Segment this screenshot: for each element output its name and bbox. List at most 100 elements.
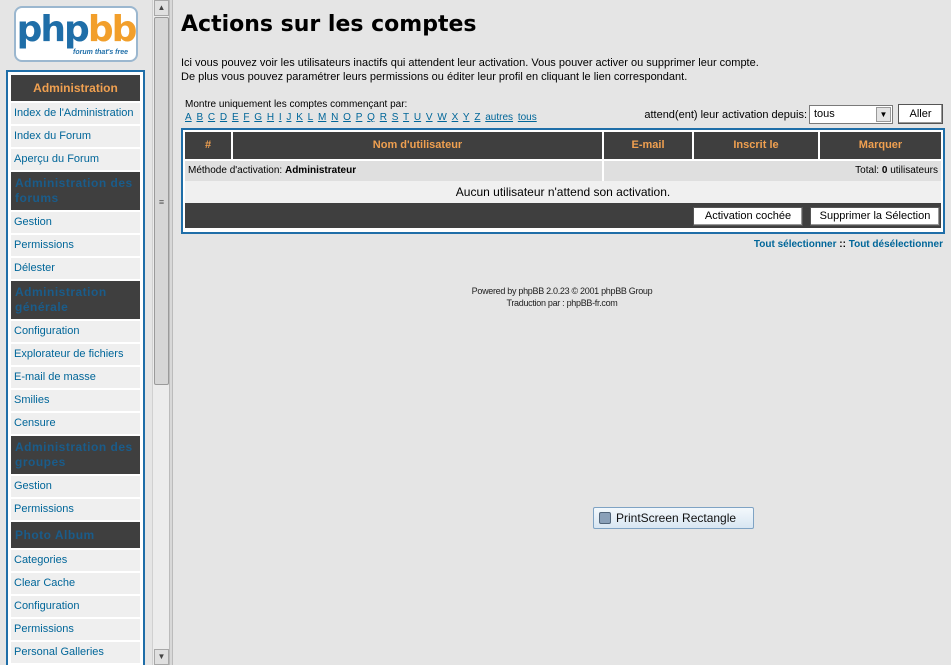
- letter-link-c[interactable]: C: [208, 112, 215, 123]
- main-frame: Actions sur les comptes Ici vous pouvez …: [173, 0, 951, 665]
- nav-item-forums-permissions[interactable]: Permissions: [11, 235, 140, 256]
- letter-link-g[interactable]: G: [254, 112, 262, 123]
- nav-section-groups: Administration des groupes: [11, 436, 140, 474]
- intro-text: Ici vous pouvez voir les utilisateurs in…: [181, 56, 759, 84]
- letter-link-s[interactable]: S: [392, 112, 399, 123]
- letter-link-z[interactable]: Z: [474, 112, 480, 123]
- letter-link-w[interactable]: W: [437, 112, 446, 123]
- nav-item-file-explorer[interactable]: Explorateur de fichiers: [11, 344, 140, 365]
- nav-item-forum-preview[interactable]: Aperçu du Forum: [11, 149, 140, 170]
- logo-word: phpbb: [16, 9, 138, 50]
- table-header-row: # Nom d'utilisateur E-mail Inscrit le Ma…: [185, 132, 941, 159]
- letter-link-q[interactable]: Q: [367, 112, 375, 123]
- activation-method: Méthode d'activation: Administrateur: [185, 161, 604, 181]
- column-header-mark: Marquer: [820, 132, 941, 159]
- chevron-down-icon[interactable]: ▼: [876, 107, 891, 122]
- users-total-suffix: utilisateurs: [887, 165, 938, 176]
- letter-link-o[interactable]: O: [343, 112, 351, 123]
- delete-selected-button[interactable]: Supprimer la Sélection: [810, 207, 940, 226]
- intro-line-2: De plus vous pouvez paramétrer leurs per…: [181, 71, 688, 83]
- letter-link-m[interactable]: M: [318, 112, 326, 123]
- letter-link-h[interactable]: H: [267, 112, 274, 123]
- footer-translation: Traduction par : phpBB-fr.com: [506, 298, 618, 308]
- activation-since-label: attend(ent) leur activation depuis:: [644, 109, 807, 121]
- nav-item-album-clear-cache[interactable]: Clear Cache: [11, 573, 140, 594]
- table-action-row: Activation cochée Supprimer la Sélection: [185, 203, 941, 228]
- nav-item-album-permissions[interactable]: Permissions: [11, 619, 140, 640]
- left-frame-scrollbar[interactable]: ▲ ≡ ▼: [152, 0, 169, 665]
- letter-link-v[interactable]: V: [426, 112, 433, 123]
- nav-item-forum-index[interactable]: Index du Forum: [11, 126, 140, 147]
- nav-item-censor[interactable]: Censure: [11, 413, 140, 434]
- logo-tagline: forum that's free: [73, 49, 128, 56]
- page-footer: Powered by phpBB 2.0.23 © 2001 phpBB Gro…: [173, 285, 951, 309]
- letter-link-others[interactable]: autres: [485, 112, 513, 123]
- printscreen-icon: [599, 512, 611, 524]
- nav-section-general: Administration générale: [11, 281, 140, 319]
- letter-link-x[interactable]: X: [452, 112, 459, 123]
- column-header-email: E-mail: [604, 132, 694, 159]
- column-header-username: Nom d'utilisateur: [233, 132, 604, 159]
- nav-item-mass-email[interactable]: E-mail de masse: [11, 367, 140, 388]
- logo-bb: bb: [87, 9, 138, 50]
- empty-message: Aucun utilisateur n'attend son activatio…: [185, 181, 941, 203]
- nav-item-album-personal-galleries[interactable]: Personal Galleries: [11, 642, 140, 663]
- column-header-registered: Inscrit le: [694, 132, 820, 159]
- nav-item-groups-manage[interactable]: Gestion: [11, 476, 140, 497]
- page-title: Actions sur les comptes: [181, 12, 477, 37]
- select-all-link[interactable]: Tout sélectionner: [754, 239, 837, 250]
- nav-item-admin-index[interactable]: Index de l'Administration: [11, 103, 140, 124]
- nav-item-album-categories[interactable]: Categories: [11, 550, 140, 571]
- activation-since-select[interactable]: tous ▼: [809, 105, 893, 124]
- letter-link-t[interactable]: T: [403, 112, 409, 123]
- inactive-users-table: # Nom d'utilisateur E-mail Inscrit le Ma…: [181, 128, 945, 234]
- letter-link-i[interactable]: I: [279, 112, 282, 123]
- letter-link-k[interactable]: K: [296, 112, 303, 123]
- letter-link-a[interactable]: A: [185, 112, 192, 123]
- letter-link-j[interactable]: J: [286, 112, 291, 123]
- nav-section-photo-album: Photo Album: [11, 522, 140, 548]
- activate-selected-button[interactable]: Activation cochée: [693, 207, 803, 226]
- letter-link-p[interactable]: P: [356, 112, 363, 123]
- letter-link-r[interactable]: R: [380, 112, 387, 123]
- letter-link-d[interactable]: D: [220, 112, 227, 123]
- users-total-label: Total:: [855, 165, 882, 176]
- intro-line-1: Ici vous pouvez voir les utilisateurs in…: [181, 57, 759, 69]
- nav-item-smilies[interactable]: Smilies: [11, 390, 140, 411]
- go-button[interactable]: Aller: [898, 104, 943, 124]
- activation-method-label: Méthode d'activation:: [188, 165, 285, 176]
- activation-since-value: tous: [814, 108, 835, 120]
- letter-link-e[interactable]: E: [232, 112, 239, 123]
- letter-link-b[interactable]: B: [196, 112, 203, 123]
- scroll-down-arrow-icon[interactable]: ▼: [154, 649, 169, 665]
- nav-item-forums-manage[interactable]: Gestion: [11, 212, 140, 233]
- activation-method-value: Administrateur: [284, 165, 357, 176]
- nav-section-forums: Administration des forums: [11, 172, 140, 210]
- footer-powered-by: Powered by phpBB 2.0.23 © 2001 phpBB Gro…: [471, 286, 653, 296]
- letter-link-u[interactable]: U: [414, 112, 421, 123]
- left-frame: phpbb forum that's free Administration I…: [0, 0, 152, 665]
- scroll-thumb[interactable]: ≡: [154, 17, 169, 385]
- letter-link-y[interactable]: Y: [463, 112, 470, 123]
- nav-item-configuration[interactable]: Configuration: [11, 321, 140, 342]
- printscreen-rectangle-tooltip[interactable]: PrintScreen Rectangle: [593, 507, 754, 529]
- letter-link-all[interactable]: tous: [518, 112, 537, 123]
- letter-link-f[interactable]: F: [243, 112, 249, 123]
- letter-link-l[interactable]: L: [308, 112, 314, 123]
- scroll-up-arrow-icon[interactable]: ▲: [154, 0, 169, 16]
- letter-link-n[interactable]: N: [331, 112, 338, 123]
- admin-navigation: Administration Index de l'Administration…: [6, 70, 145, 665]
- nav-item-forums-prune[interactable]: Délester: [11, 258, 140, 279]
- letter-filter-label: Montre uniquement les comptes commençant…: [185, 99, 408, 110]
- column-header-number: #: [185, 132, 233, 159]
- logo-php: php: [16, 9, 90, 50]
- letter-filter: A B C D E F G H I J K L M N O P Q R S T …: [185, 112, 539, 123]
- selection-separator: ::: [836, 239, 849, 250]
- nav-item-album-configuration[interactable]: Configuration: [11, 596, 140, 617]
- printscreen-label: PrintScreen Rectangle: [616, 511, 737, 525]
- activation-method-row: Méthode d'activation: Administrateur Tot…: [185, 161, 941, 181]
- deselect-all-link[interactable]: Tout désélectionner: [849, 239, 943, 250]
- nav-item-groups-permissions[interactable]: Permissions: [11, 499, 140, 520]
- phpbb-logo[interactable]: phpbb forum that's free: [14, 6, 138, 62]
- selection-links: Tout sélectionner :: Tout désélectionner: [754, 239, 943, 250]
